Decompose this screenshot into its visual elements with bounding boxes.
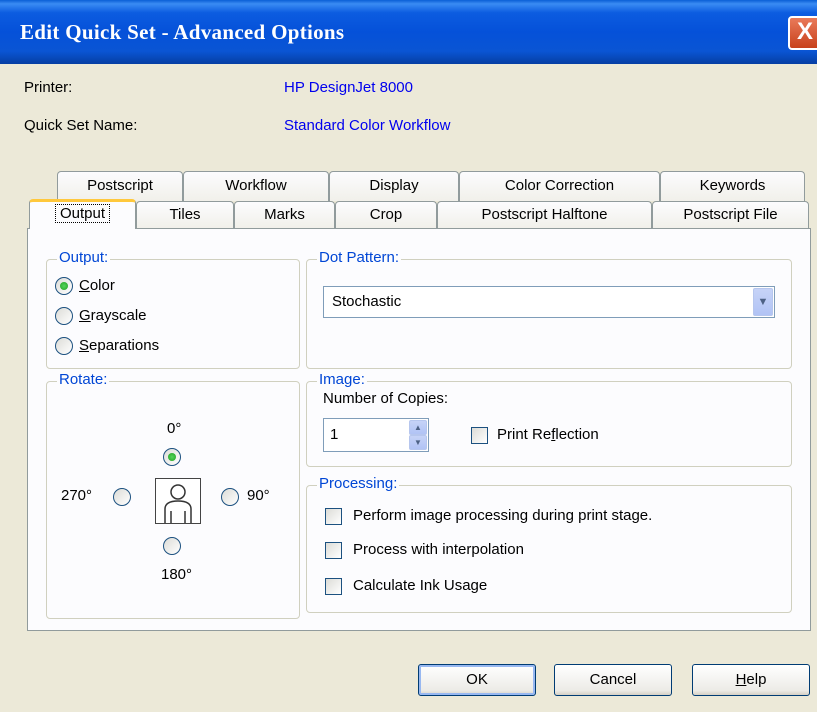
window-title: Edit Quick Set - Advanced Options <box>20 20 345 44</box>
person-orientation-icon <box>155 478 201 524</box>
rotate-180-label: 180° <box>161 566 193 583</box>
cancel-button[interactable]: Cancel <box>554 664 672 696</box>
image-group-label: Image: <box>317 371 367 388</box>
tab-postscript[interactable]: Postscript <box>57 171 183 201</box>
ink-usage-label[interactable]: Calculate Ink Usage <box>353 577 487 594</box>
radio-separations[interactable] <box>55 337 73 355</box>
rotate-group-label: Rotate: <box>57 371 110 388</box>
tab-output-label: Output <box>54 204 111 223</box>
radio-color[interactable] <box>55 277 73 295</box>
help-button[interactable]: Help <box>692 664 810 696</box>
interpolation-label[interactable]: Process with interpolation <box>353 541 524 558</box>
tab-crop[interactable]: Crop <box>335 201 437 228</box>
rotate-90-label: 90° <box>247 487 270 504</box>
radio-rotate-90[interactable] <box>221 488 239 506</box>
dot-pattern-group-label: Dot Pattern: <box>317 249 402 266</box>
spin-up-icon[interactable]: ▲ <box>409 420 427 435</box>
processing-group: Processing: Perform image processing dur… <box>306 475 792 613</box>
print-reflection-checkbox[interactable] <box>471 427 488 444</box>
close-button[interactable]: X <box>788 16 817 50</box>
tab-marks[interactable]: Marks <box>234 201 335 228</box>
copies-value: 1 <box>330 426 339 443</box>
rotate-0-label: 0° <box>167 420 182 437</box>
perform-processing-checkbox[interactable] <box>325 508 342 525</box>
copies-label: Number of Copies: <box>323 390 449 407</box>
tab-display[interactable]: Display <box>329 171 459 201</box>
radio-rotate-270[interactable] <box>113 488 131 506</box>
dot-pattern-group: Dot Pattern: Stochastic ▼ <box>306 249 792 369</box>
tab-tiles[interactable]: Tiles <box>136 201 234 228</box>
radio-separations-label[interactable]: Separations <box>79 337 159 354</box>
spin-down-icon[interactable]: ▼ <box>409 435 427 450</box>
tab-keywords[interactable]: Keywords <box>660 171 805 201</box>
dot-pattern-select[interactable]: Stochastic ▼ <box>323 286 775 318</box>
dot-pattern-selected-value: Stochastic <box>332 293 402 310</box>
chevron-down-icon[interactable]: ▼ <box>753 288 773 316</box>
ink-usage-checkbox[interactable] <box>325 578 342 595</box>
rotate-270-label: 270° <box>61 487 93 504</box>
processing-group-label: Processing: <box>317 475 400 492</box>
radio-rotate-0[interactable] <box>163 448 181 466</box>
tab-color-correction[interactable]: Color Correction <box>459 171 660 201</box>
radio-rotate-180[interactable] <box>163 537 181 555</box>
ok-button[interactable]: OK <box>418 664 536 696</box>
tab-output[interactable]: Output <box>29 199 136 229</box>
radio-grayscale[interactable] <box>55 307 73 325</box>
interpolation-checkbox[interactable] <box>325 542 342 559</box>
print-reflection-label[interactable]: Print Reflection <box>497 426 599 443</box>
output-group: Output: Color Grayscale Separations <box>46 249 300 369</box>
tab-panel-output: Output: Color Grayscale Separations Rota… <box>27 228 811 631</box>
image-group: Image: Number of Copies: 1 ▲ ▼ Print Ref… <box>306 371 792 467</box>
output-group-label: Output: <box>57 249 111 266</box>
printer-label: Printer: <box>24 79 73 96</box>
tab-postscript-halftone[interactable]: Postscript Halftone <box>437 201 652 228</box>
tab-workflow[interactable]: Workflow <box>183 171 329 201</box>
rotate-group: Rotate: 0° 270° 90° 180° <box>46 371 300 619</box>
quickset-name-value: Standard Color Workflow <box>284 117 451 134</box>
copies-stepper[interactable]: 1 ▲ ▼ <box>323 418 429 452</box>
radio-grayscale-label[interactable]: Grayscale <box>79 307 147 324</box>
tab-postscript-file[interactable]: Postscript File <box>652 201 809 228</box>
perform-processing-label[interactable]: Perform image processing during print st… <box>353 507 652 524</box>
printer-value: HP DesignJet 8000 <box>284 79 413 96</box>
title-bar: Edit Quick Set - Advanced Options X <box>0 0 817 64</box>
radio-color-label[interactable]: Color <box>79 277 115 294</box>
quickset-name-label: Quick Set Name: <box>24 117 138 134</box>
